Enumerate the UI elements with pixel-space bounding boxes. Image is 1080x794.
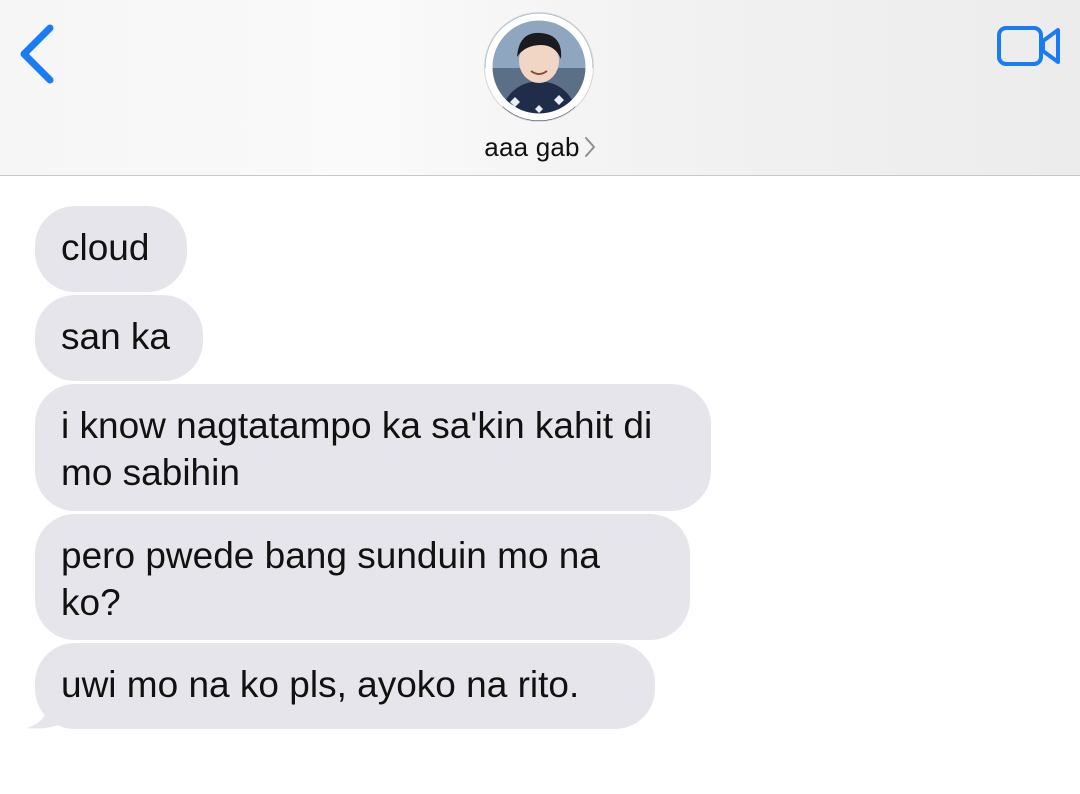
message-bubble-4[interactable]: pero pwede bang sunduin mo na ko?	[35, 514, 690, 640]
avatar-photo	[485, 13, 593, 121]
message-text: uwi mo na ko pls, ayoko na rito.	[61, 664, 580, 705]
message-bubble-2[interactable]: san ka	[35, 295, 203, 381]
message-text: cloud	[61, 227, 150, 268]
chevron-left-icon	[20, 24, 54, 84]
message-text: i know nagtatampo ka sa'kin kahit di mo …	[61, 405, 653, 493]
message-bubble-5[interactable]: uwi mo na ko pls, ayoko na rito.	[35, 643, 655, 729]
back-button[interactable]	[14, 22, 64, 86]
conversation-header: aaa gab	[0, 0, 1080, 176]
message-bubble-1[interactable]: cloud	[35, 206, 187, 292]
message-bubble-3[interactable]: i know nagtatampo ka sa'kin kahit di mo …	[35, 384, 711, 511]
message-text: san ka	[61, 316, 171, 357]
contact-name: aaa gab	[484, 132, 580, 162]
message-text: pero pwede bang sunduin mo na ko?	[61, 535, 600, 623]
contact-avatar[interactable]	[485, 13, 593, 121]
message-thread: cloud san ka i know nagtatampo ka sa'kin…	[0, 176, 1080, 794]
contact-name-button[interactable]: aaa gab	[0, 132, 1080, 163]
facetime-video-button[interactable]	[996, 22, 1062, 70]
bubble-tail	[26, 680, 60, 729]
video-camera-icon	[997, 26, 1060, 66]
chevron-right-icon	[584, 137, 595, 158]
